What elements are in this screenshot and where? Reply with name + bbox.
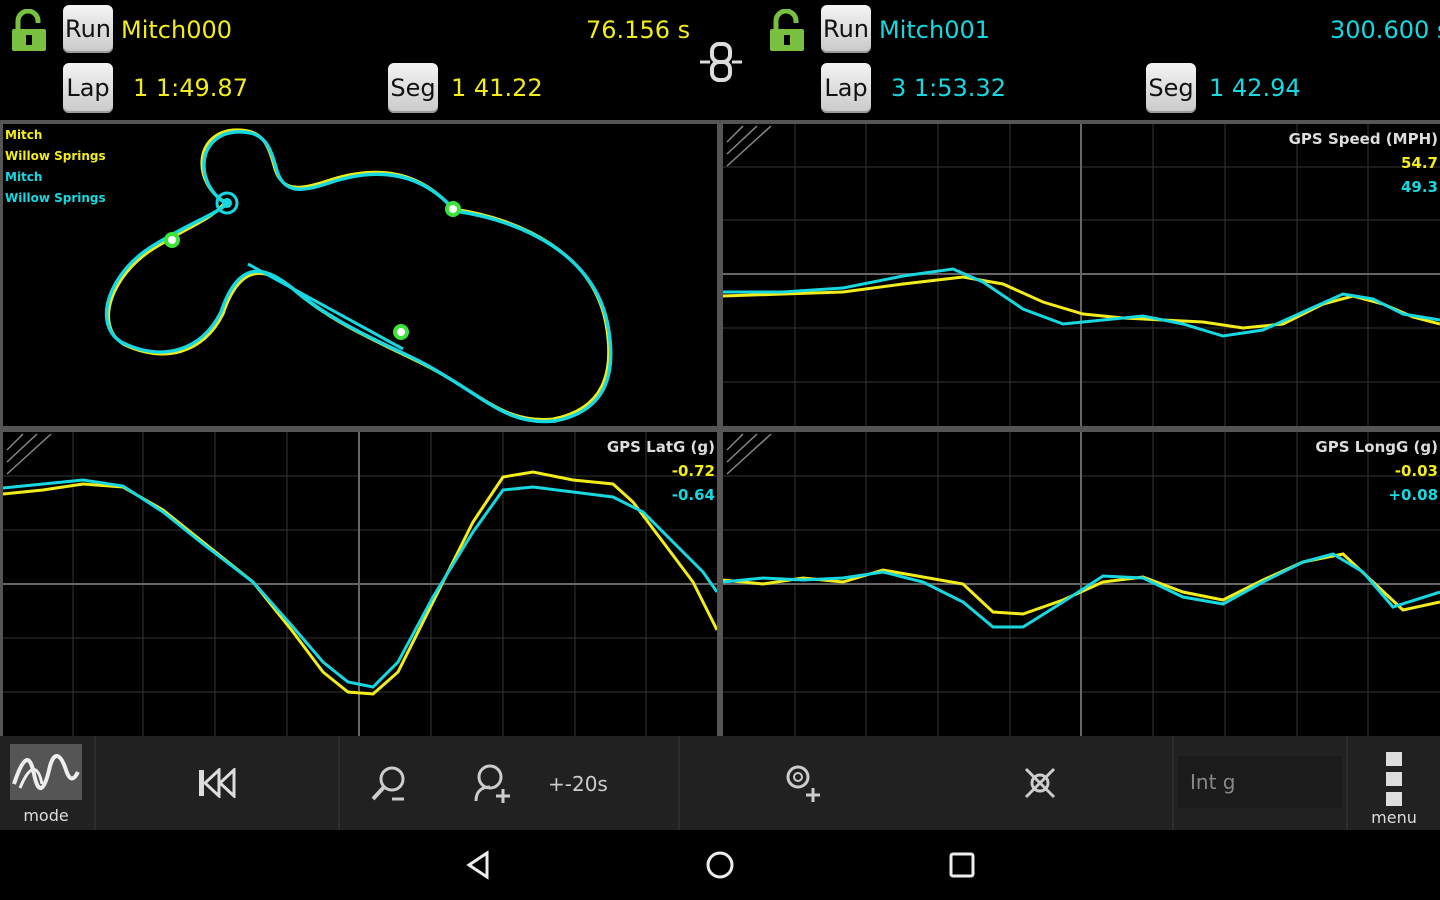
speed-graph-panel[interactable]: GPS Speed (MPH) 54.7 49.3 xyxy=(723,124,1440,426)
latg-graph-panel[interactable]: GPS LatG (g) -0.72 -0.64 xyxy=(3,432,717,736)
toolbar-separator xyxy=(1172,736,1174,830)
map-legend: Mitch Willow Springs Mitch Willow Spring… xyxy=(5,125,106,209)
toolbar-separator xyxy=(678,736,680,830)
nav-back-button[interactable] xyxy=(452,842,504,888)
longg-value-a: -0.03 xyxy=(1394,462,1438,480)
right-lock-icon[interactable] xyxy=(768,8,808,53)
int-g-field[interactable]: Int g xyxy=(1178,756,1342,808)
latg-value-a: -0.72 xyxy=(671,462,715,480)
nav-recents-button[interactable] xyxy=(936,842,988,888)
left-run-button[interactable]: Run xyxy=(63,5,113,53)
clear-markers-button[interactable] xyxy=(1008,736,1072,830)
speed-graph xyxy=(723,124,1440,426)
legend-item: Mitch xyxy=(5,170,43,184)
legend-item: Willow Springs xyxy=(5,191,106,205)
left-run-name: Mitch000 xyxy=(121,16,232,44)
left-seg-button[interactable]: Seg xyxy=(388,63,438,113)
latg-graph-title: GPS LatG (g) xyxy=(606,438,715,456)
speed-value-b: 49.3 xyxy=(1400,178,1438,196)
latg-graph xyxy=(3,432,717,736)
legend-item: Mitch xyxy=(5,128,43,142)
legend-item: Willow Springs xyxy=(5,149,106,163)
left-run-time: 76.156 s xyxy=(586,16,691,44)
nav-home-icon xyxy=(706,851,734,879)
nav-recents-icon xyxy=(949,852,975,878)
chain-link-icon[interactable] xyxy=(700,40,742,84)
add-marker-icon xyxy=(786,765,820,802)
longg-value-b: +0.08 xyxy=(1388,486,1438,504)
longg-graph-title: GPS LongG (g) xyxy=(1315,438,1438,456)
system-nav-bar xyxy=(0,830,1440,900)
nav-home-button[interactable] xyxy=(694,842,746,888)
left-lock-icon[interactable] xyxy=(10,8,50,53)
speed-value-a: 54.7 xyxy=(1400,154,1438,172)
right-run-name: Mitch001 xyxy=(879,16,990,44)
clear-markers-icon xyxy=(1024,767,1056,799)
int-g-placeholder: Int g xyxy=(1190,770,1236,794)
left-seg-value: 1 41.22 xyxy=(451,74,543,102)
right-run-button[interactable]: Run xyxy=(821,5,871,53)
nav-back-icon xyxy=(466,850,489,880)
menu-label: menu xyxy=(1371,808,1417,827)
right-seg-button[interactable]: Seg xyxy=(1146,63,1196,113)
menu-button[interactable]: menu xyxy=(1348,736,1440,830)
right-run-time: 300.600 s xyxy=(1330,16,1440,44)
longg-graph xyxy=(723,432,1440,736)
bottom-toolbar: mode +-20s Int g menu xyxy=(0,736,1440,830)
latg-value-b: -0.64 xyxy=(671,486,715,504)
right-seg-value: 1 42.94 xyxy=(1209,74,1301,102)
overflow-menu-icon xyxy=(1386,752,1402,806)
speed-graph-title: GPS Speed (MPH) xyxy=(1288,130,1438,148)
toolbar-separator xyxy=(338,736,340,830)
zoom-in-button[interactable] xyxy=(462,736,522,830)
skip-to-start-icon xyxy=(199,768,236,798)
zoom-in-icon xyxy=(474,764,510,803)
zoom-out-button[interactable] xyxy=(360,736,420,830)
track-map-panel[interactable]: Mitch Willow Springs Mitch Willow Spring… xyxy=(3,124,717,426)
skip-to-start-button[interactable] xyxy=(96,736,338,830)
left-lap-value: 1 1:49.87 xyxy=(133,74,248,102)
add-marker-button[interactable] xyxy=(770,736,834,830)
left-lap-button[interactable]: Lap xyxy=(63,63,113,113)
zoom-out-icon xyxy=(371,766,405,801)
mode-graph-icon xyxy=(10,744,82,800)
longg-graph-panel[interactable]: GPS LongG (g) -0.03 +0.08 xyxy=(723,432,1440,736)
track-map xyxy=(104,128,613,424)
right-lap-button[interactable]: Lap xyxy=(821,63,871,113)
mode-button[interactable]: mode xyxy=(0,736,94,830)
zoom-range-button[interactable]: +-20s xyxy=(548,772,608,796)
right-lap-value: 3 1:53.32 xyxy=(891,74,1006,102)
mode-label: mode xyxy=(23,806,69,825)
